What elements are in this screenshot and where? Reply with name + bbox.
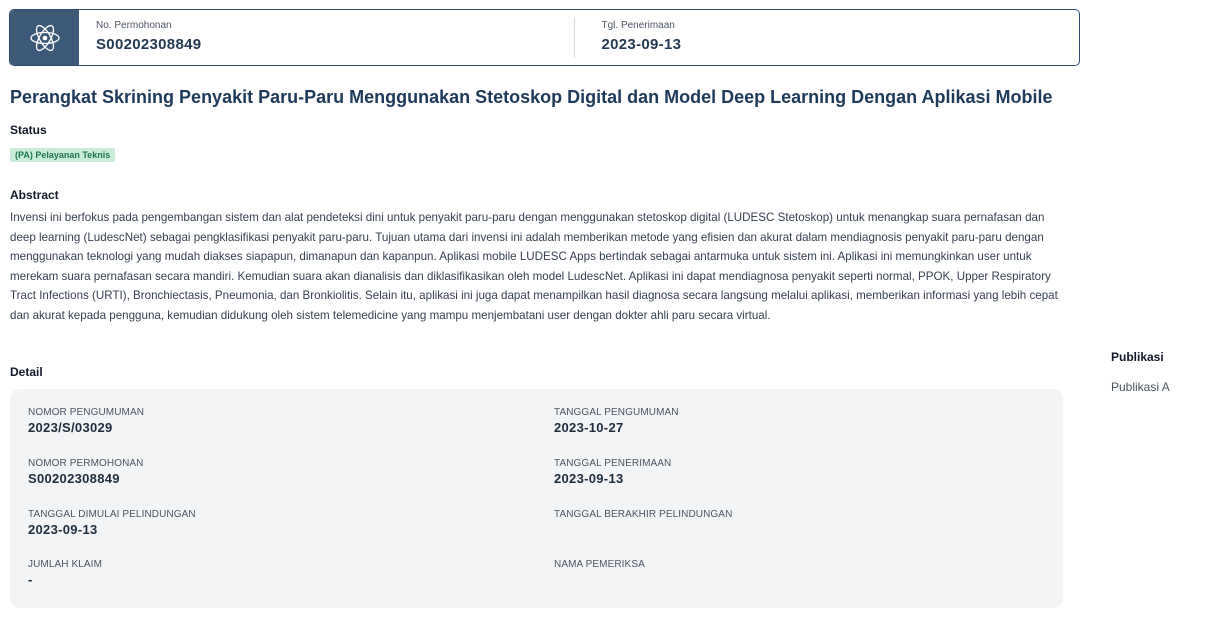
tgl-penerimaan-value: 2023-09-13 <box>601 36 682 53</box>
detail-tanggal-dimulai: TANGGAL DIMULAI PELINDUNGAN 2023-09-13 <box>28 509 196 537</box>
detail-nomor-permohonan: NOMOR PERMOHONAN S00202308849 <box>28 458 144 486</box>
no-permohonan-label: No. Permohonan <box>96 20 172 31</box>
atom-icon <box>29 24 60 51</box>
detail-label: JUMLAH KLAIM <box>28 559 102 570</box>
detail-value: 2023/S/03029 <box>28 420 113 435</box>
application-header-card: No. Permohonan S00202308849 Tgl. Penerim… <box>9 9 1080 66</box>
detail-label: NOMOR PERMOHONAN <box>28 458 144 469</box>
detail-nama-pemeriksa: NAMA PEMERIKSA <box>554 559 645 572</box>
header-no-permohonan: No. Permohonan S00202308849 <box>79 10 574 65</box>
detail-label: TANGGAL DIMULAI PELINDUNGAN <box>28 509 196 520</box>
detail-tanggal-pengumuman: TANGGAL PENGUMUMAN 2023-10-27 <box>554 407 679 435</box>
detail-nomor-pengumuman: NOMOR PENGUMUMAN 2023/S/03029 <box>28 407 144 435</box>
tgl-penerimaan-label: Tgl. Penerimaan <box>601 20 675 31</box>
detail-panel: NOMOR PENGUMUMAN 2023/S/03029 TANGGAL PE… <box>10 389 1063 608</box>
detail-label: TANGGAL BERAKHIR PELINDUNGAN <box>554 509 733 520</box>
detail-value: - <box>28 572 33 587</box>
abstract-text: Invensi ini berfokus pada pengembangan s… <box>10 211 1058 322</box>
detail-value: 2023-09-13 <box>28 522 98 537</box>
detail-label: NAMA PEMERIKSA <box>554 559 645 570</box>
page-title: Perangkat Skrining Penyakit Paru-Paru Me… <box>10 87 1053 107</box>
detail-value: 2023-09-13 <box>554 471 624 486</box>
detail-tanggal-penerimaan: TANGGAL PENERIMAAN 2023-09-13 <box>554 458 671 486</box>
publikasi-item[interactable]: Publikasi A <box>1111 380 1170 394</box>
status-badge: (PA) Pelayanan Teknis <box>10 148 116 162</box>
status-heading: Status <box>10 123 47 137</box>
publikasi-heading: Publikasi <box>1111 350 1164 364</box>
detail-label: TANGGAL PENERIMAAN <box>554 458 672 469</box>
detail-jumlah-klaim: JUMLAH KLAIM - <box>28 559 102 587</box>
detail-value: S00202308849 <box>28 471 120 486</box>
detail-label: TANGGAL PENGUMUMAN <box>554 407 679 418</box>
detail-label: NOMOR PENGUMUMAN <box>28 407 145 418</box>
abstract-heading: Abstract <box>10 188 59 202</box>
detail-tanggal-berakhir: TANGGAL BERAKHIR PELINDUNGAN <box>554 509 732 522</box>
detail-heading: Detail <box>10 365 43 379</box>
no-permohonan-value: S00202308849 <box>96 36 202 53</box>
header-tgl-penerimaan: Tgl. Penerimaan 2023-09-13 <box>573 17 1080 58</box>
header-icon-box <box>10 10 79 65</box>
detail-value: 2023-10-27 <box>554 420 624 435</box>
